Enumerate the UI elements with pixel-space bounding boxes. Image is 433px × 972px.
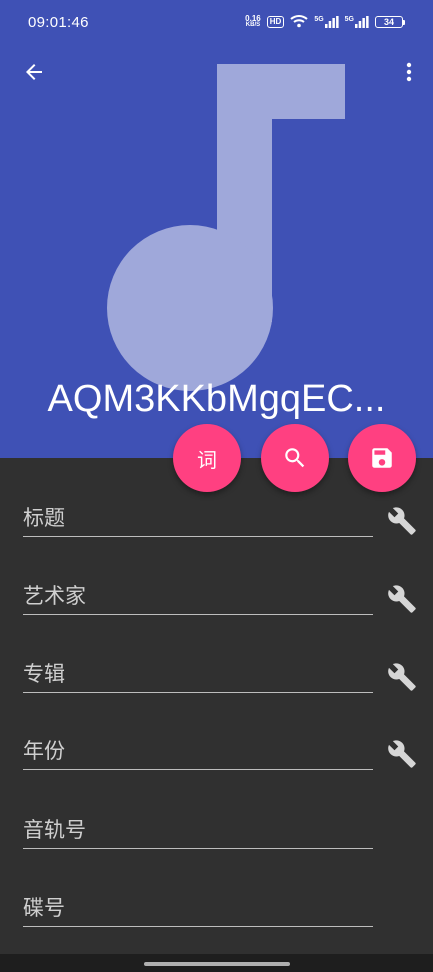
year-field[interactable]: 年份 [23, 733, 373, 770]
album-field[interactable]: 专辑 [23, 656, 373, 693]
net-speed-unit: KB/S [245, 22, 261, 28]
signal-label-2: 5G [344, 16, 354, 23]
title-tool-button[interactable] [386, 505, 418, 537]
wrench-icon [388, 507, 416, 535]
battery-icon: 34 [375, 16, 405, 28]
net-speed: 0.16 KB/S [245, 15, 261, 29]
save-icon [372, 448, 392, 468]
battery-level: 34 [375, 16, 403, 28]
arrow-back-icon [26, 64, 42, 80]
battery-tip [403, 19, 405, 25]
lyrics-button[interactable]: 词 [173, 424, 241, 492]
tag-editor-screen: 09:01:46 0.16 KB/S HD 5G 5G 34 AQM3KKbMg… [0, 0, 433, 972]
net-speed-value: 0.16 [245, 14, 261, 23]
search-button[interactable] [261, 424, 329, 492]
field-row-artist: 艺术家 [0, 578, 433, 638]
field-row-track: 音轨号 [0, 812, 433, 872]
artist-field[interactable]: 艺术家 [23, 578, 373, 615]
more-vert-icon [406, 62, 412, 82]
lyrics-label: 词 [197, 447, 217, 472]
back-button[interactable] [18, 56, 50, 88]
wrench-icon [388, 740, 416, 768]
save-button[interactable] [348, 424, 416, 492]
year-tool-button[interactable] [386, 738, 418, 770]
signal-icon: 5G [314, 16, 339, 28]
status-bar: 09:01:46 0.16 KB/S HD 5G 5G 34 [0, 0, 433, 48]
song-title: AQM3KKbMgqEC... [47, 378, 386, 420]
header-panel: 09:01:46 0.16 KB/S HD 5G 5G 34 AQM3KKbMg… [0, 0, 433, 458]
search-icon [285, 448, 305, 468]
home-gesture-handle[interactable] [144, 962, 290, 966]
more-options-button[interactable] [397, 56, 421, 88]
status-time: 09:01:46 [28, 14, 89, 31]
status-icons: 0.16 KB/S HD 5G 5G 34 [245, 14, 405, 30]
disc-number-field[interactable]: 碟号 [23, 890, 373, 927]
music-note-artwork [107, 64, 345, 391]
wrench-icon [388, 663, 416, 691]
title-field[interactable]: 标题 [23, 500, 373, 537]
field-row-album: 专辑 [0, 656, 433, 716]
signal-icon-2: 5G [345, 16, 369, 28]
signal-label-1: 5G [314, 16, 324, 23]
field-row-title: 标题 [0, 500, 433, 560]
wrench-icon [388, 585, 416, 613]
field-row-year: 年份 [0, 733, 433, 793]
album-tool-button[interactable] [386, 661, 418, 693]
artist-tool-button[interactable] [386, 583, 418, 615]
field-row-disc: 碟号 [0, 890, 433, 950]
hd-badge: HD [266, 16, 285, 28]
wifi-icon [290, 14, 308, 30]
track-number-field[interactable]: 音轨号 [23, 812, 373, 849]
